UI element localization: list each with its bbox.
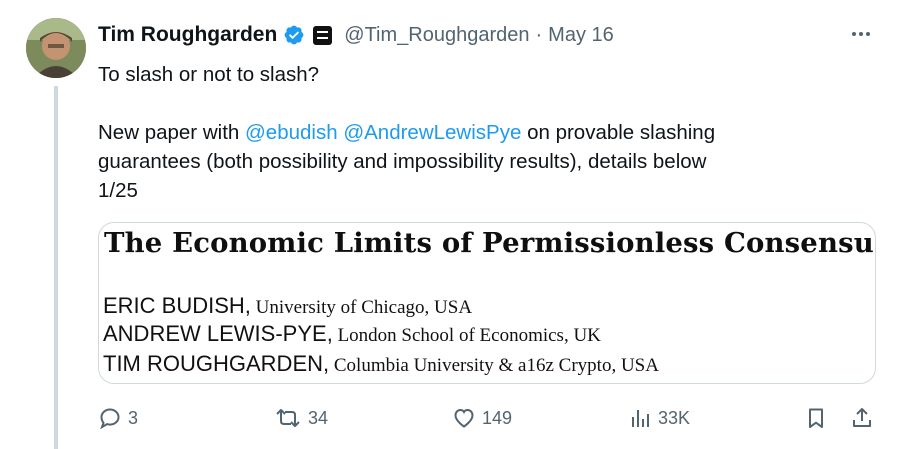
author-handle[interactable]: @Tim_Roughgarden bbox=[344, 24, 529, 47]
bookmark-button[interactable] bbox=[804, 400, 828, 436]
views-button[interactable]: 33K bbox=[628, 400, 690, 436]
paper-author: ERIC BUDISH, University of Chicago, USA bbox=[103, 293, 472, 319]
like-button[interactable]: 149 bbox=[452, 400, 512, 436]
affiliate-badge-icon[interactable] bbox=[313, 25, 333, 45]
retweet-button[interactable]: 34 bbox=[274, 400, 328, 436]
tweet-header: Tim Roughgarden @Tim_Roughgarden · May 1… bbox=[98, 20, 614, 50]
tweet-text: To slash or not to slash? New paper with… bbox=[98, 60, 858, 205]
text-segment: New paper with bbox=[98, 121, 245, 144]
avatar[interactable] bbox=[26, 18, 86, 78]
author-display-name[interactable]: Tim Roughgarden bbox=[98, 23, 277, 47]
paper-title: The Economic Limits of Permissionless Co… bbox=[104, 227, 876, 259]
text-line: To slash or not to slash? bbox=[98, 63, 320, 86]
tweet-date[interactable]: May 16 bbox=[548, 24, 614, 47]
mention-link-ebudish[interactable]: @ebudish bbox=[245, 121, 338, 144]
author-name: ANDREW LEWIS-PYE, bbox=[103, 321, 333, 346]
text-line: New paper with @ebudish @AndrewLewisPye … bbox=[98, 118, 858, 147]
heart-icon bbox=[454, 408, 474, 428]
retweet-count: 34 bbox=[308, 407, 329, 428]
avatar-image bbox=[26, 18, 86, 78]
reply-count: 3 bbox=[128, 407, 139, 428]
views-chart-icon bbox=[632, 410, 649, 427]
reply-button[interactable]: 3 bbox=[98, 400, 138, 436]
media-card[interactable]: The Economic Limits of Permissionless Co… bbox=[98, 222, 876, 384]
more-dots-icon[interactable] bbox=[846, 24, 876, 44]
text-line: 1/25 bbox=[98, 179, 138, 202]
reply-icon bbox=[100, 408, 120, 430]
share-button[interactable] bbox=[850, 400, 874, 436]
text-line: guarantees (both possibility and impossi… bbox=[98, 150, 707, 173]
paper-author: ANDREW LEWIS-PYE, London School of Econo… bbox=[103, 321, 601, 347]
action-bar: 3 34 149 33K bbox=[98, 400, 878, 436]
retweet-icon bbox=[276, 409, 300, 427]
text-segment: on provable slashing bbox=[521, 121, 716, 144]
bookmark-icon bbox=[809, 408, 823, 428]
author-name: ERIC BUDISH, bbox=[103, 293, 251, 318]
view-count: 33K bbox=[658, 407, 691, 428]
tweet[interactable]: Tim Roughgarden @Tim_Roughgarden · May 1… bbox=[0, 0, 898, 449]
paper-author: TIM ROUGHGARDEN, Columbia University & a… bbox=[103, 351, 659, 377]
separator-dot: · bbox=[535, 23, 543, 46]
verified-badge-icon bbox=[283, 24, 305, 46]
author-affiliation: London School of Economics, UK bbox=[332, 325, 601, 346]
share-icon bbox=[853, 408, 871, 427]
author-name: TIM ROUGHGARDEN, bbox=[103, 351, 330, 376]
author-affiliation: University of Chicago, USA bbox=[250, 297, 473, 318]
author-affiliation: Columbia University & a16z Crypto, USA bbox=[329, 355, 659, 376]
like-count: 149 bbox=[482, 407, 513, 428]
mention-link-andrewlewispye[interactable]: @AndrewLewisPye bbox=[343, 121, 521, 144]
thread-line bbox=[54, 86, 58, 449]
